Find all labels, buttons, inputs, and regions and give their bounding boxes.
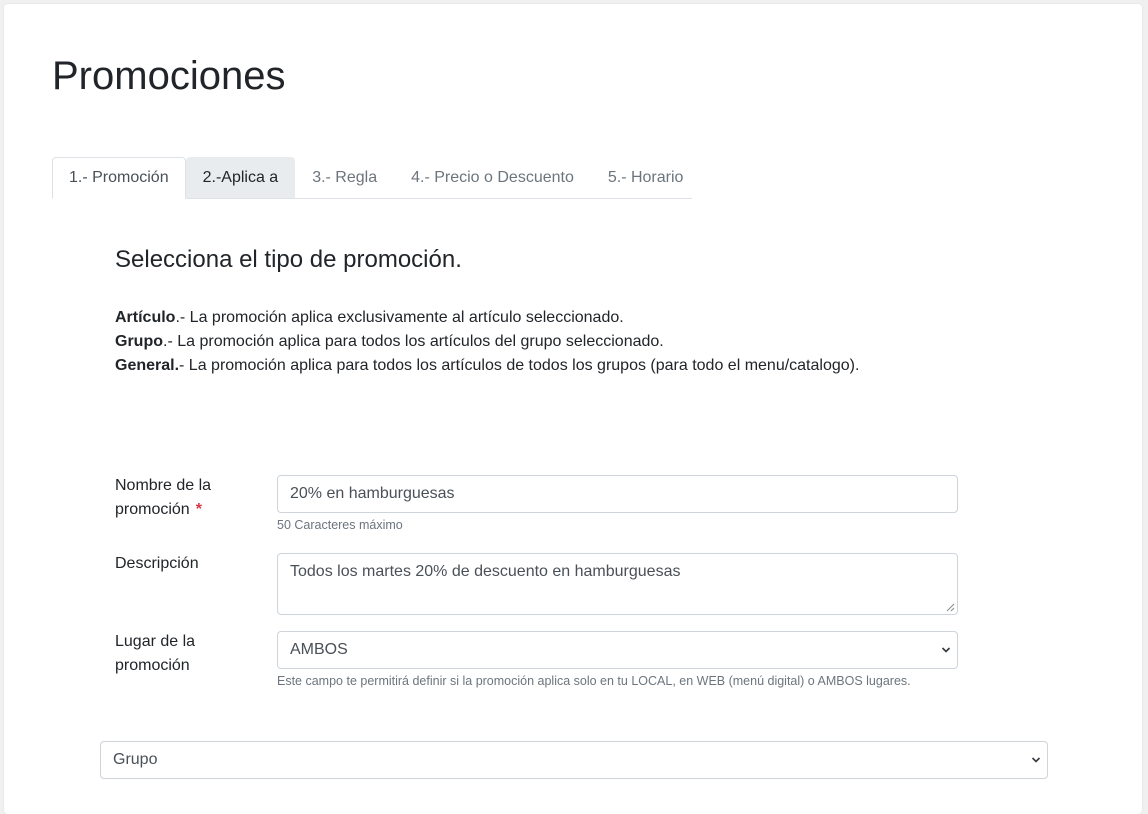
required-indicator: * [195, 501, 202, 518]
tab-horario[interactable]: 5.- Horario [591, 157, 701, 199]
tab-regla[interactable]: 3.- Regla [295, 157, 394, 199]
tab-aplica-a[interactable]: 2.-Aplica a [185, 157, 296, 199]
promotion-name-help: 50 Caracteres máximo [277, 518, 403, 532]
promotion-type-descriptions: Artículo.- La promoción aplica exclusiva… [115, 306, 859, 378]
promotion-type-select[interactable]: Grupo [100, 741, 1048, 779]
promotion-place-label: Lugar de la promoción [115, 633, 196, 674]
description-textarea[interactable]: Todos los martes 20% de descuento en ham… [277, 553, 958, 615]
tab-promocion[interactable]: 1.- Promoción [52, 157, 186, 199]
chevron-down-icon [941, 647, 951, 653]
description-general: General.- La promoción aplica para todos… [115, 354, 859, 378]
description-label: Descripción [115, 555, 199, 572]
promotion-place-help: Este campo te permitirá definir si la pr… [277, 674, 911, 688]
description-text: .- La promoción aplica para todos los ar… [163, 333, 664, 350]
description-term: General. [115, 357, 180, 374]
promotion-place-value: AMBOS [290, 641, 348, 658]
tab-precio-descuento[interactable]: 4.- Precio o Descuento [394, 157, 591, 199]
promotion-name-input[interactable]: 20% en hamburguesas [277, 475, 958, 513]
chevron-down-icon [1031, 757, 1041, 763]
description-grupo: Grupo.- La promoción aplica para todos l… [115, 330, 859, 354]
description-articulo: Artículo.- La promoción aplica exclusiva… [115, 306, 859, 330]
resize-grip-icon[interactable] [945, 602, 955, 612]
promotion-name-label: Nombre de la promoción * [115, 474, 255, 522]
description-text: - La promoción aplica para todos los art… [179, 357, 860, 374]
section-title: Selecciona el tipo de promoción. [115, 246, 462, 273]
description-text: .- La promoción aplica exclusivamente al… [175, 309, 624, 326]
promotion-tabs: 1.- Promoción 2.-Aplica a 3.- Regla 4.- … [52, 156, 692, 199]
description-term: Artículo [115, 309, 176, 326]
description-value: Todos los martes 20% de descuento en ham… [290, 563, 681, 580]
promotion-place-select[interactable]: AMBOS [277, 631, 958, 669]
page-card: Promociones 1.- Promoción 2.-Aplica a 3.… [4, 4, 1142, 814]
page-title: Promociones [52, 54, 286, 98]
description-term: Grupo [115, 333, 163, 350]
promotion-type-value: Grupo [113, 751, 158, 768]
